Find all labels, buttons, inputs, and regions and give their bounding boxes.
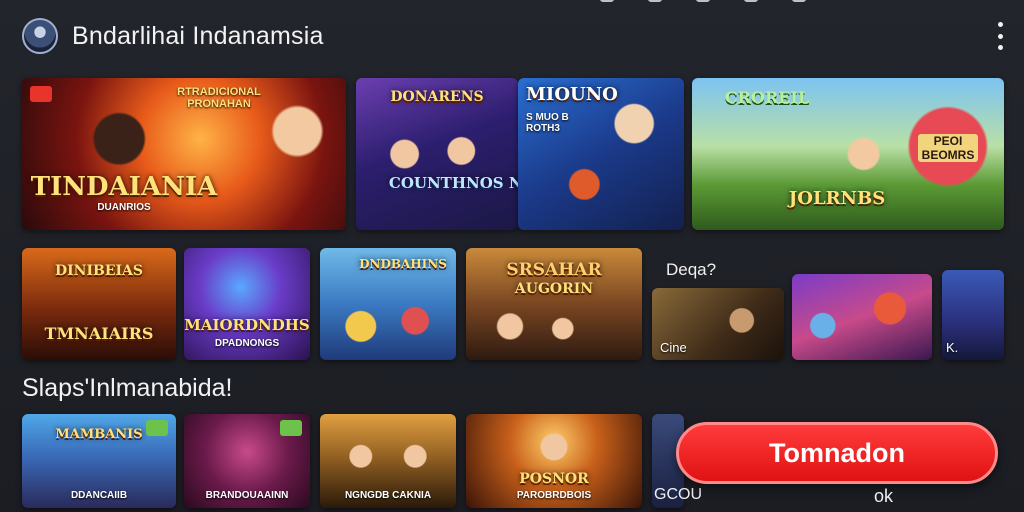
game-card[interactable]: POSNOR PAROBRDBOIS bbox=[466, 414, 642, 508]
notification-icon bbox=[744, 0, 758, 2]
game-caption: PAROBRDBOIS bbox=[516, 490, 592, 501]
game-caption: Cine bbox=[660, 340, 687, 355]
new-badge bbox=[30, 86, 52, 102]
game-caption: GCOU bbox=[654, 486, 702, 503]
clock-icon bbox=[792, 0, 806, 2]
game-card[interactable]: BRANDOUAAINN bbox=[184, 414, 310, 508]
app-title: Bndarlihai Indanamsia bbox=[72, 21, 324, 50]
featured-card-1[interactable]: RTRADICIONAL PRONAHAN TINDAIANIA DUANRIO… bbox=[22, 78, 346, 230]
game-card[interactable]: MAMBANIS DDANCAIIB bbox=[22, 414, 176, 508]
featured-title: MIOUNO bbox=[526, 84, 618, 105]
card-overline: Deqa? bbox=[666, 260, 717, 279]
featured-badge-text: S MUO B ROTH3 bbox=[526, 112, 569, 134]
game-title: DNDBAHINS bbox=[359, 257, 447, 271]
featured-title: TINDAIANIA bbox=[30, 172, 218, 202]
app-screen: Bndarlihai Indanamsia RTRADICIONAL PRONA… bbox=[0, 0, 1024, 512]
featured-card-2[interactable]: DONARENS COUNTHNOS NEBIONANKES bbox=[356, 78, 518, 230]
game-caption: DDANCAIIB bbox=[70, 490, 128, 501]
game-title: MAIORDNDHS bbox=[184, 316, 310, 334]
game-caption: NGNGDB CAKNIA bbox=[344, 490, 432, 501]
game-caption: BRANDOUAAINN bbox=[205, 490, 289, 501]
game-card[interactable]: Cine bbox=[652, 288, 784, 360]
app-header: Bndarlihai Indanamsia bbox=[22, 16, 1006, 56]
featured-title: JOLRNBS bbox=[788, 188, 886, 209]
game-caption: K. bbox=[946, 340, 959, 355]
game-card[interactable]: K. bbox=[942, 270, 1004, 360]
signal-icon bbox=[600, 0, 614, 2]
game-subtitle: TMNAIAIRS bbox=[44, 324, 154, 343]
wifi-icon bbox=[648, 0, 662, 2]
featured-badge-text: CROREIL bbox=[724, 88, 810, 107]
featured-card-4[interactable]: CROREIL JOLRNBS PEOI BEOMRS bbox=[692, 78, 1004, 230]
game-title: DINIBEIAS bbox=[54, 263, 144, 279]
game-title: SRSAHAR bbox=[506, 260, 602, 280]
more-options-icon[interactable] bbox=[994, 22, 1006, 50]
game-subtitle: DPADNONGS bbox=[214, 338, 280, 349]
featured-title: COUNTHNOS NEBIONANKES bbox=[388, 174, 518, 192]
new-badge bbox=[280, 420, 302, 436]
game-card[interactable]: SRSAHAR AUGORIN bbox=[466, 248, 642, 360]
featured-badge-text: DONARENS bbox=[390, 89, 484, 105]
game-card[interactable]: DINIBEIAS TMNAIAIRS bbox=[22, 248, 176, 360]
game-subtitle: AUGORIN bbox=[514, 281, 594, 297]
game-title: POSNOR bbox=[519, 471, 589, 487]
game-card[interactable]: MAIORDNDHS DPADNONGS bbox=[184, 248, 310, 360]
featured-subtitle: DUANRIOS bbox=[97, 202, 151, 213]
section-title: Slaps'Inlmanabida! bbox=[22, 374, 233, 402]
game-card[interactable] bbox=[792, 274, 932, 360]
avatar[interactable] bbox=[22, 18, 58, 54]
featured-badge-text: RTRADICIONAL PRONAHAN bbox=[177, 86, 261, 110]
cta-aside-text: ok bbox=[874, 486, 894, 506]
status-bar bbox=[600, 0, 964, 6]
primary-action-button[interactable]: Tomnadon bbox=[676, 422, 998, 484]
featured-side-text: PEOI BEOMRS bbox=[918, 134, 978, 162]
game-title: MAMBANIS bbox=[55, 427, 143, 442]
game-card[interactable]: NGNGDB CAKNIA bbox=[320, 414, 456, 508]
game-card[interactable]: DNDBAHINS bbox=[320, 248, 456, 360]
battery-icon bbox=[696, 0, 710, 2]
featured-card-3[interactable]: MIOUNO S MUO B ROTH3 bbox=[518, 78, 684, 230]
